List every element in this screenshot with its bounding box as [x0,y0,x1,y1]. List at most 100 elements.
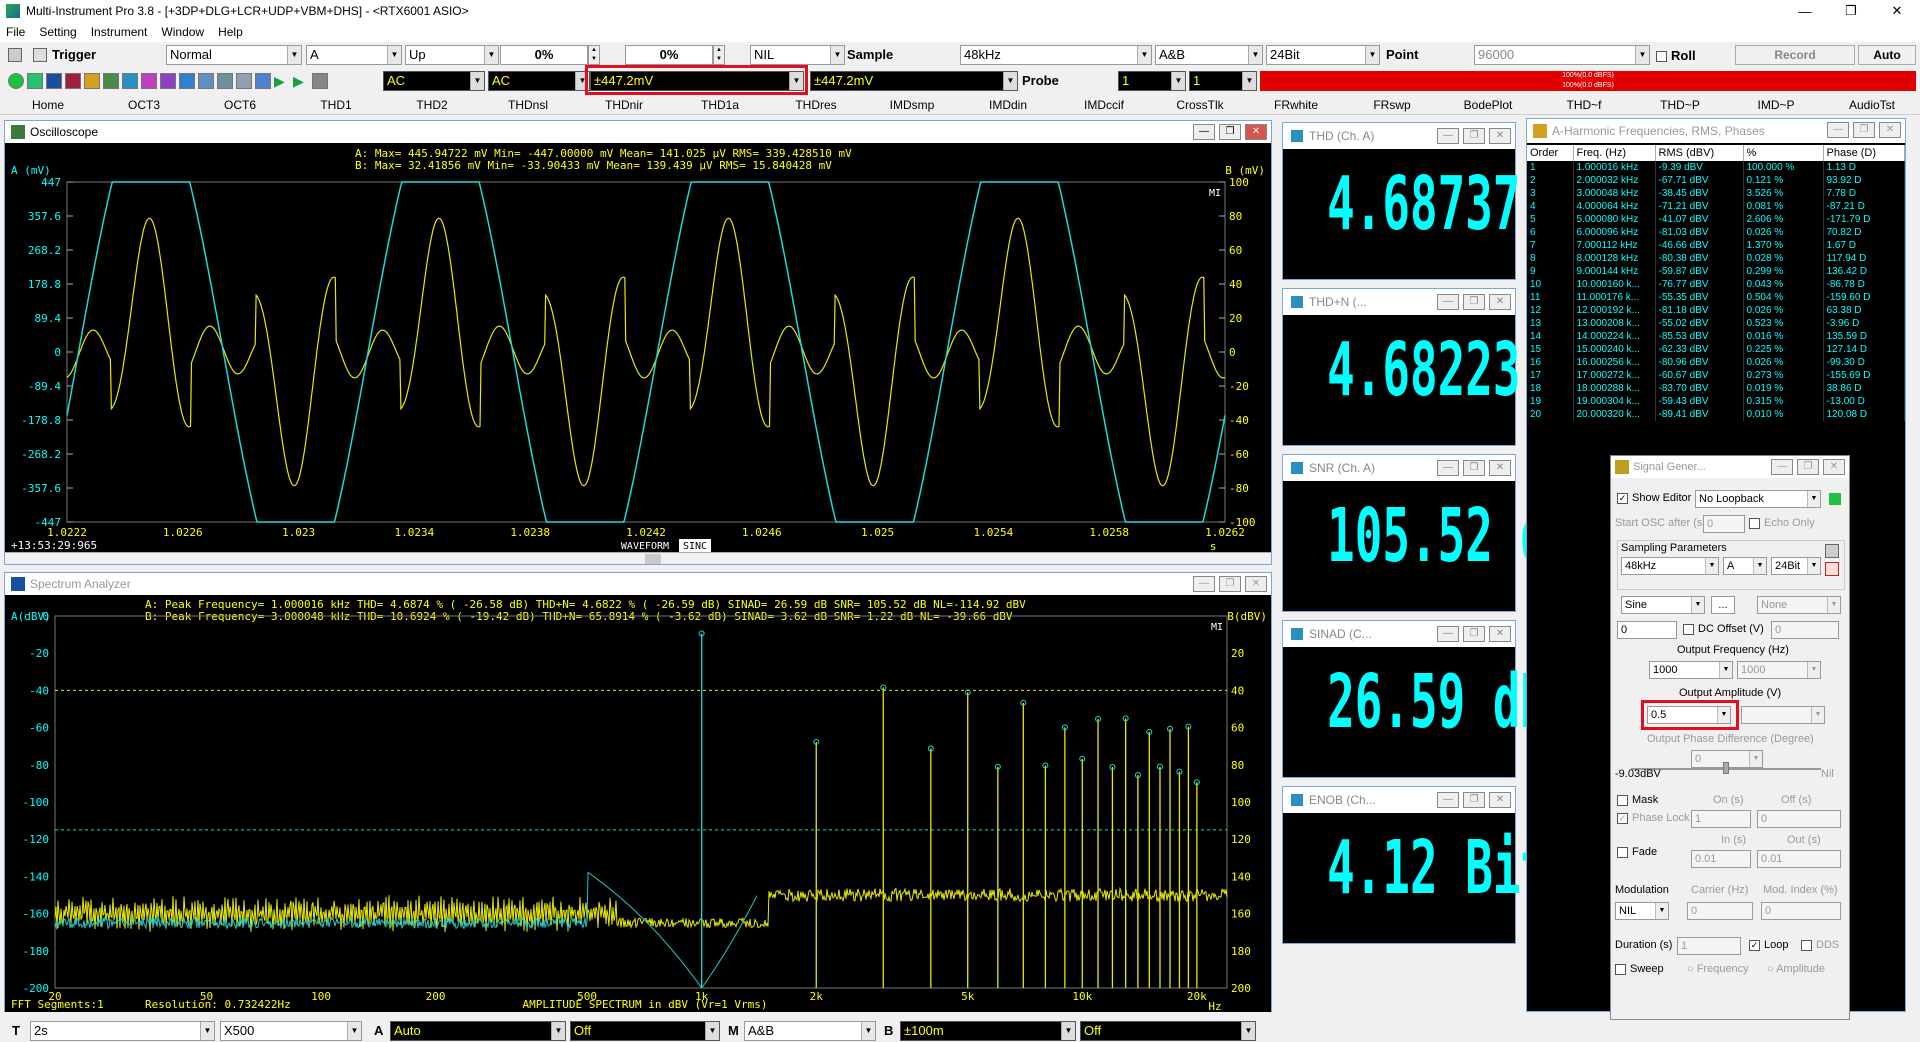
phase-plot-icon[interactable] [84,73,100,89]
osc-restore-button[interactable]: ❐ [1219,124,1241,140]
tab-frwhite[interactable]: FRwhite [1248,95,1344,114]
maximize-button[interactable]: ❐ [1828,0,1874,22]
sweep-checkbox[interactable]: Sweep [1615,963,1664,975]
table-row[interactable]: 16 16.000256 k... -80.96 dBV 0.026 % -99.30 … [1527,356,1905,369]
show-editor-checkbox[interactable]: ✓ Show Editor [1617,492,1691,504]
trigger-level-field[interactable]: 0% [500,45,588,65]
run-indicator-icon[interactable] [8,73,24,89]
table-row[interactable]: 15 15.000240 k... -62.33 dBV 0.225 % 127.14 … [1527,343,1905,356]
tab-audiotst[interactable]: AudioTst [1824,95,1920,114]
tab-imdsmp[interactable]: IMDsmp [864,95,960,114]
probe-b-select[interactable]: 1 ▼ [1189,71,1257,91]
tab-imddin[interactable]: IMDdin [960,95,1056,114]
mask-on-field[interactable]: 1 [1691,810,1751,828]
b-scale-select[interactable]: ±100m ▼ [900,1021,1076,1041]
meter-close-button[interactable]: ✕ [1489,294,1511,310]
osc-scrollbar[interactable] [5,552,1271,564]
harm-header-rms[interactable]: RMS (dBV) [1655,145,1743,161]
oscilloscope-plot[interactable]: A: Max= 445.94722 mV Min= -447.00000 mV … [5,144,1271,564]
fade-out-field[interactable]: 0.01 [1757,850,1841,868]
tab-thd-f[interactable]: THD~f [1536,95,1632,114]
osc-close-button[interactable]: ✕ [1245,124,1267,140]
lcr-icon[interactable] [198,73,214,89]
oscilloscope-icon[interactable] [27,73,43,89]
frequency-a-select[interactable]: 1000 ▼ [1649,661,1733,679]
loop-checkbox[interactable]: ✓ Loop [1749,939,1788,951]
tab-thd-p[interactable]: THD~P [1632,95,1728,114]
play-icon[interactable]: ▶ [274,73,290,89]
spec-close-button[interactable]: ✕ [1245,576,1267,592]
sweep-icon[interactable] [236,73,252,89]
tab-thdnir[interactable]: THDnir [576,95,672,114]
harm-close-button[interactable]: ✕ [1879,122,1901,138]
loopback-select[interactable]: No Loopback ▼ [1695,490,1821,508]
mask-checkbox[interactable]: Mask [1617,794,1658,806]
table-row[interactable]: 5 5.000080 kHz -41.07 dBV 2.606 % -171.79 D [1527,213,1905,226]
coupling-b-select[interactable]: AC ▼ [488,71,590,91]
table-row[interactable]: 6 6.000096 kHz -81.03 dBV 0.026 % 70.82 D [1527,226,1905,239]
sample-rate-select[interactable]: 48kHz ▼ [960,45,1152,65]
spec-restore-button[interactable]: ❐ [1219,576,1241,592]
table-row[interactable]: 10 10.000160 k... -76.77 dBV 0.043 % -86.78 … [1527,278,1905,291]
table-row[interactable]: 7 7.000112 kHz -46.66 dBV 1.370 % 1.67 D [1527,239,1905,252]
table-row[interactable]: 4 4.000064 kHz -71.21 dBV 0.081 % -87.21 D [1527,200,1905,213]
harm-header-order[interactable]: Order [1527,145,1573,161]
close-button[interactable]: ✕ [1874,0,1920,22]
tab-thdres[interactable]: THDres [768,95,864,114]
table-row[interactable]: 8 8.000128 kHz -80.38 dBV 0.028 % 117.94 D [1527,252,1905,265]
trigger-edge-select[interactable]: Up ▼ [405,45,499,65]
tab-imd-p[interactable]: IMD~P [1728,95,1824,114]
table-row[interactable]: 11 11.000176 k... -55.35 dBV 0.504 % -159.60… [1527,291,1905,304]
menu-window[interactable]: Window [161,25,204,39]
save-icon[interactable] [33,48,47,62]
harm-restore-button[interactable]: ❐ [1853,122,1875,138]
meter-restore-button[interactable]: ❐ [1463,792,1485,808]
menu-help[interactable]: Help [218,25,243,39]
meter-minimize-button[interactable]: — [1437,460,1459,476]
tab-oct3[interactable]: OCT3 [96,95,192,114]
meter-minimize-button[interactable]: — [1437,294,1459,310]
table-row[interactable]: 3 3.000048 kHz -38.45 dBV 3.526 % 7.78 D [1527,187,1905,200]
probe-icon[interactable] [179,73,195,89]
a-offset-select[interactable]: Off ▼ [570,1021,720,1041]
table-row[interactable]: 19 19.000304 k... -59.43 dBV 0.315 % -13.00 … [1527,395,1905,408]
start-osc-field[interactable]: 0 [1703,515,1745,533]
dc-offset-b-field[interactable]: 0 [1771,621,1839,639]
auto-button[interactable]: Auto [1858,45,1916,65]
meter-minimize-button[interactable]: — [1437,792,1459,808]
tab-thd2[interactable]: THD2 [384,95,480,114]
table-row[interactable]: 20 20.000320 k... -89.41 dBV 0.010 % 120.08 … [1527,408,1905,421]
sg-restore-button[interactable]: ❐ [1797,459,1819,475]
record-button[interactable]: Record [1735,45,1855,65]
play-once-icon[interactable]: ▶ [293,73,309,89]
sg-rate-select[interactable]: 48kHz ▼ [1621,557,1719,575]
harm-header-phase[interactable]: Phase (D) [1823,145,1905,161]
table-row[interactable]: 14 14.000224 k... -85.53 dBV 0.016 % 135.59 … [1527,330,1905,343]
table-row[interactable]: 9 9.000144 kHz -59.87 dBV 0.299 % 136.42 D [1527,265,1905,278]
trigger-channel-select[interactable]: A ▼ [306,45,402,65]
sg-save-icon[interactable] [1825,544,1839,558]
coupling-a-select[interactable]: AC ▼ [383,71,485,91]
menu-file[interactable]: File [6,25,25,39]
harm-minimize-button[interactable]: — [1827,122,1849,138]
duration-field[interactable]: 1 [1677,937,1741,955]
a-scale-select[interactable]: Auto ▼ [390,1021,566,1041]
multimeter-icon[interactable] [122,73,138,89]
trigger-delay-spinner[interactable]: ▲ ▼ [713,45,725,65]
waveform-options-button[interactable]: ... [1711,596,1735,614]
sg-channel-select[interactable]: A ▼ [1723,557,1767,575]
sweep-frequency-radio[interactable]: ○ Frequency [1687,963,1749,975]
speaker-icon[interactable] [255,73,271,89]
carrier-field[interactable]: 0 [1687,902,1753,920]
spectrum-icon[interactable] [46,73,62,89]
spec-minimize-button[interactable]: — [1193,576,1215,592]
dds-icon[interactable] [103,73,119,89]
mask-off-field[interactable]: 0 [1757,810,1841,828]
channels-select[interactable]: A&B ▼ [1155,45,1263,65]
amplitude-slider-thumb[interactable] [1723,762,1729,774]
osc-minimize-button[interactable]: — [1193,124,1215,140]
trigger-level-spinner[interactable]: ▲ ▼ [588,45,600,65]
sweep-amplitude-radio[interactable]: ○ Amplitude [1767,963,1825,975]
sg-wave-edit-icon[interactable] [1825,562,1839,576]
harm-header-percent[interactable]: % [1743,145,1823,161]
